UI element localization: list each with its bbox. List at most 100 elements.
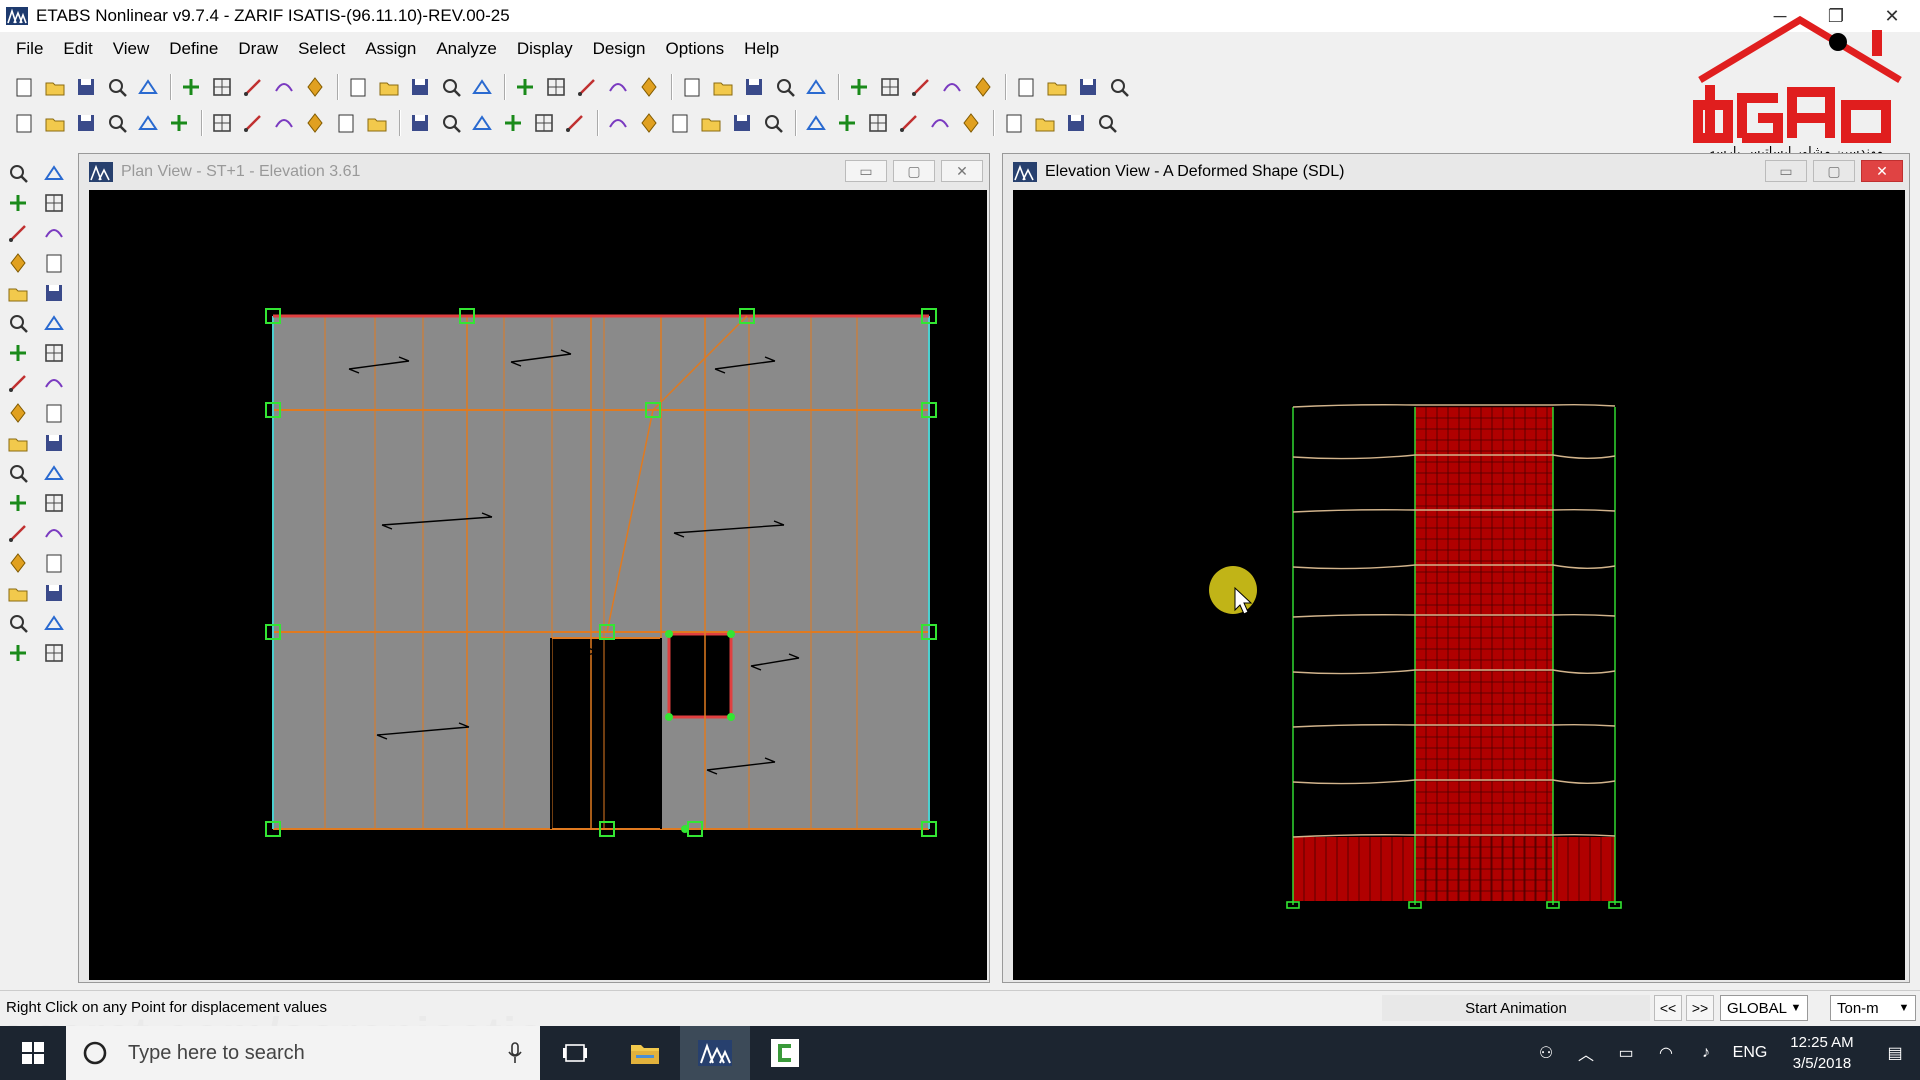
- slab-area[interactable]: [273, 316, 929, 829]
- plan-minimize-button[interactable]: ▭: [845, 160, 887, 182]
- pointer-button[interactable]: [10, 109, 38, 137]
- next-mode-button[interactable]: >>: [1686, 995, 1714, 1021]
- draw-poly-button[interactable]: [6, 311, 32, 337]
- perspective-button[interactable]: [709, 73, 737, 101]
- draw-area-button[interactable]: [6, 281, 32, 307]
- join-button[interactable]: [42, 641, 68, 667]
- elevation-view-window[interactable]: Elevation View - A Deformed Shape (SDL) …: [1002, 153, 1910, 983]
- draw-link-button[interactable]: [6, 341, 32, 367]
- battery-icon[interactable]: ▭: [1606, 1043, 1646, 1063]
- 3d-view-button[interactable]: [573, 73, 601, 101]
- link-button[interactable]: [666, 109, 694, 137]
- draw-dim-button[interactable]: [42, 341, 68, 367]
- divide-button[interactable]: [6, 611, 32, 637]
- extrude-button[interactable]: [42, 611, 68, 637]
- clear-select-button[interactable]: [6, 521, 32, 547]
- draw-area-button[interactable]: [134, 109, 162, 137]
- steel-design-button[interactable]: [1105, 73, 1133, 101]
- reshape-button[interactable]: [41, 109, 69, 137]
- load-button[interactable]: [895, 109, 923, 137]
- draw-brace-button[interactable]: [6, 251, 32, 277]
- merge-button[interactable]: [42, 581, 68, 607]
- start-animation-button[interactable]: Start Animation: [1382, 995, 1650, 1021]
- draw-point-button[interactable]: [42, 161, 68, 187]
- temperature-button[interactable]: [957, 109, 985, 137]
- elev-minimize-button[interactable]: ▭: [1765, 160, 1807, 182]
- section-cut-button[interactable]: [530, 109, 558, 137]
- joint-button[interactable]: [239, 109, 267, 137]
- draw-line-button[interactable]: [72, 109, 100, 137]
- snap-line-button[interactable]: [6, 461, 32, 487]
- chevron-up-icon[interactable]: ︿: [1566, 1041, 1606, 1065]
- menu-select[interactable]: Select: [288, 39, 355, 59]
- draw-line-button[interactable]: [6, 191, 32, 217]
- menu-define[interactable]: Define: [159, 39, 228, 59]
- menu-display[interactable]: Display: [507, 39, 583, 59]
- opening-button[interactable]: [437, 109, 465, 137]
- prev-mode-button[interactable]: <<: [1654, 995, 1682, 1021]
- zoom-in-button[interactable]: [437, 73, 465, 101]
- menu-analyze[interactable]: Analyze: [426, 39, 506, 59]
- units-select[interactable]: Ton-m ▼: [1830, 995, 1916, 1021]
- move-down-button[interactable]: [771, 73, 799, 101]
- rubber-band-zoom-button[interactable]: [344, 73, 372, 101]
- previous-select-button[interactable]: [42, 521, 68, 547]
- elevation-drawing[interactable]: [1013, 190, 1905, 980]
- object-shrink-button[interactable]: [802, 73, 830, 101]
- joint[interactable]: [727, 630, 735, 638]
- draw-beam-button[interactable]: [6, 221, 32, 247]
- restore-view-button[interactable]: [375, 73, 403, 101]
- elev-close-button[interactable]: ✕: [1861, 160, 1903, 182]
- frame-release-button[interactable]: [635, 109, 663, 137]
- menu-view[interactable]: View: [103, 39, 160, 59]
- plan-view-titlebar[interactable]: Plan View - ST+1 - Elevation 3.61 ▭ ▢ ✕: [79, 154, 989, 190]
- group-button[interactable]: [1093, 109, 1121, 137]
- snap-grid-button[interactable]: [42, 461, 68, 487]
- taskbar-search[interactable]: Type here to search: [66, 1026, 540, 1080]
- dimension-button[interactable]: [468, 109, 496, 137]
- ps-select-button[interactable]: [42, 491, 68, 517]
- rotate-3d-button[interactable]: [678, 73, 706, 101]
- draw-text-button[interactable]: [6, 371, 32, 397]
- draw-column-button[interactable]: [42, 221, 68, 247]
- joint[interactable]: [665, 630, 673, 638]
- elevation-view-titlebar[interactable]: Elevation View - A Deformed Shape (SDL) …: [1003, 154, 1909, 190]
- print-button[interactable]: [103, 73, 131, 101]
- task-view-button[interactable]: [540, 1026, 610, 1080]
- plan-maximize-button[interactable]: ▢: [893, 160, 935, 182]
- plan-canvas[interactable]: [89, 190, 987, 980]
- lock-button[interactable]: [270, 73, 298, 101]
- camtasia-taskbar-button[interactable]: [750, 1026, 820, 1080]
- set-default-3d-button[interactable]: [542, 73, 570, 101]
- people-icon[interactable]: ⚇: [1526, 1043, 1566, 1063]
- column-button[interactable]: [270, 109, 298, 137]
- diaphragm-button[interactable]: [759, 109, 787, 137]
- file-explorer-taskbar-button[interactable]: [610, 1026, 680, 1080]
- start-button[interactable]: [0, 1026, 66, 1080]
- mass-button[interactable]: [864, 109, 892, 137]
- zoom-out-button[interactable]: [468, 73, 496, 101]
- area-load-button[interactable]: [926, 109, 954, 137]
- draw-wall-button[interactable]: [42, 251, 68, 277]
- menu-assign[interactable]: Assign: [355, 39, 426, 59]
- floor-button[interactable]: [406, 109, 434, 137]
- set-building-view-button[interactable]: [845, 73, 873, 101]
- menu-file[interactable]: File: [6, 39, 53, 59]
- seismic-button[interactable]: [1031, 109, 1059, 137]
- show-energy-button[interactable]: [1043, 73, 1071, 101]
- brace-button[interactable]: [332, 109, 360, 137]
- menu-draw[interactable]: Draw: [228, 39, 288, 59]
- restraint-button[interactable]: [697, 109, 725, 137]
- select-pointer-button[interactable]: [6, 161, 32, 187]
- menu-design[interactable]: Design: [583, 39, 656, 59]
- display-options-button[interactable]: [876, 73, 904, 101]
- show-loads-button[interactable]: [938, 73, 966, 101]
- microphone-icon[interactable]: [508, 1042, 522, 1064]
- save-button[interactable]: [72, 73, 100, 101]
- wifi-icon[interactable]: ◠: [1646, 1043, 1686, 1063]
- draw-frame-button[interactable]: [42, 191, 68, 217]
- redo-button[interactable]: [208, 73, 236, 101]
- beam-button[interactable]: [301, 109, 329, 137]
- snap-button[interactable]: [208, 109, 236, 137]
- snap-end-button[interactable]: [6, 401, 32, 427]
